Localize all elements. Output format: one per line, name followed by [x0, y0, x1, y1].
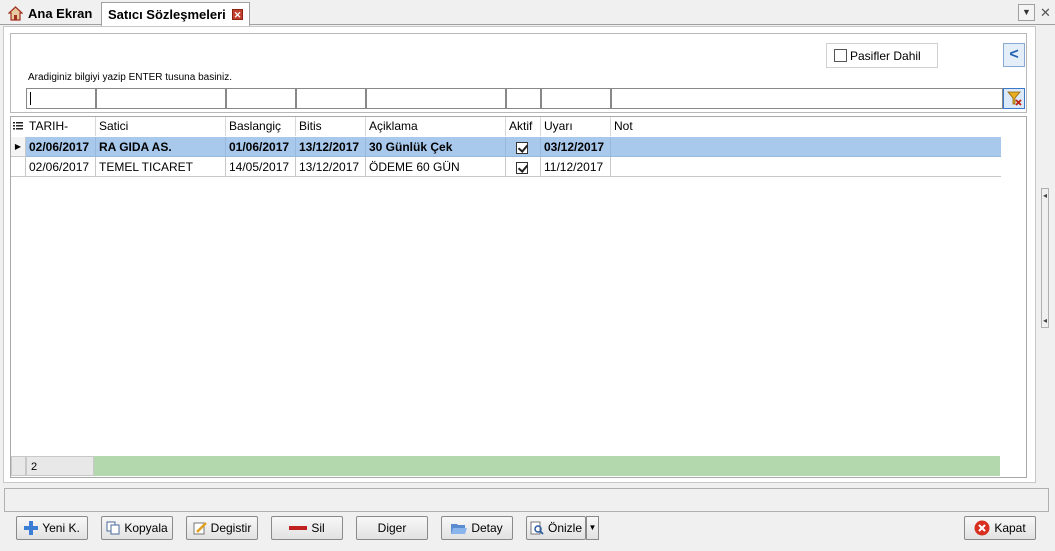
tab-satici-sozlesmeleri[interactable]: Satıcı Sözleşmeleri ✕ — [101, 2, 250, 26]
plus-icon — [24, 521, 39, 535]
table-row[interactable]: ▶ 02/06/2017 RA GIDA AS. 01/06/2017 13/1… — [11, 137, 1001, 157]
cell-uyari[interactable]: 11/12/2017 — [541, 157, 611, 177]
pasifler-dahil-checkbox[interactable]: Pasifler Dahil — [826, 43, 938, 68]
other-label: Diger — [377, 521, 407, 535]
tab-home-label: Ana Ekran — [28, 6, 93, 21]
column-header-tarih[interactable]: TARIH- — [26, 117, 96, 136]
cell-not[interactable] — [611, 137, 1001, 157]
checkbox-box[interactable] — [834, 49, 847, 62]
preview-magnifier-icon — [530, 521, 544, 535]
chevron-left-icon[interactable]: ◂ — [1042, 191, 1048, 200]
edit-button[interactable]: Degistir — [186, 516, 258, 540]
tab-list-dropdown-icon[interactable]: ▼ — [1018, 4, 1035, 21]
column-header-uyari[interactable]: Uyarı — [541, 117, 611, 136]
cell-aciklama[interactable]: ÖDEME 60 GÜN — [366, 157, 506, 177]
cell-bitis[interactable]: 13/12/2017 — [296, 137, 366, 157]
tab-home[interactable]: Ana Ekran — [2, 2, 100, 25]
edit-label: Degistir — [210, 521, 252, 535]
footer-summary-bar — [94, 456, 1000, 476]
filter-clear-icon — [1007, 91, 1022, 106]
cell-aciklama[interactable]: 30 Günlük Çek — [366, 137, 506, 157]
cell-tarih[interactable]: 02/06/2017 — [26, 137, 96, 157]
filter-not-input[interactable] — [611, 88, 1003, 109]
column-header-satici[interactable]: Satici — [96, 117, 226, 136]
filter-satici-input[interactable] — [96, 88, 226, 109]
cell-aktif[interactable] — [506, 157, 541, 177]
row-selected-indicator-icon: ▶ — [11, 137, 26, 157]
cell-satici[interactable]: TEMEL TICARET — [96, 157, 226, 177]
filter-uyari-input[interactable] — [541, 88, 611, 109]
copy-label: Kopyala — [124, 521, 168, 535]
copy-icon — [106, 521, 120, 535]
other-button[interactable]: Diger — [356, 516, 428, 540]
chevron-left-icon[interactable]: ◂ — [1042, 316, 1048, 325]
tab-active-label: Satıcı Sözleşmeleri — [108, 7, 226, 22]
table-row[interactable]: 02/06/2017 TEMEL TICARET 14/05/2017 13/1… — [11, 157, 1001, 177]
footer-indicator — [11, 456, 26, 476]
text-cursor — [30, 92, 31, 105]
folder-open-icon — [451, 521, 468, 535]
cell-bitis[interactable]: 13/12/2017 — [296, 157, 366, 177]
pasifler-dahil-label: Pasifler Dahil — [850, 48, 921, 63]
column-chooser-icon[interactable] — [12, 119, 24, 133]
column-header-bitis[interactable]: Bitis — [296, 117, 366, 136]
cell-uyari[interactable]: 03/12/2017 — [541, 137, 611, 157]
column-header-aktif[interactable]: Aktif — [506, 117, 541, 136]
delete-button[interactable]: Sil — [271, 516, 343, 540]
chevron-left-icon: < — [1009, 46, 1019, 63]
copy-button[interactable]: Kopyala — [101, 516, 173, 540]
filter-aktif-input[interactable] — [506, 88, 541, 109]
side-panel-splitter[interactable]: ◂ ◂ — [1041, 188, 1049, 328]
clear-filter-button[interactable] — [1003, 88, 1025, 109]
detail-button[interactable]: Detay — [441, 516, 513, 540]
preview-label: Önizle — [547, 521, 582, 535]
column-header-baslangic[interactable]: Baslangiç — [226, 117, 296, 136]
filter-bitis-input[interactable] — [296, 88, 366, 109]
aktif-checkbox[interactable] — [516, 161, 528, 174]
column-header-aciklama[interactable]: Açiklama — [366, 117, 506, 136]
close-button[interactable]: Kapat — [964, 516, 1036, 540]
cell-aktif[interactable] — [506, 137, 541, 157]
collapse-panel-button[interactable]: < — [1003, 43, 1025, 67]
filter-aciklama-input[interactable] — [366, 88, 506, 109]
preview-dropdown-icon[interactable]: ▼ — [586, 516, 599, 540]
cell-tarih[interactable]: 02/06/2017 — [26, 157, 96, 177]
delete-label: Sil — [311, 521, 325, 535]
close-circle-icon — [974, 520, 990, 536]
aktif-checkbox[interactable] — [516, 141, 528, 154]
status-bar — [4, 488, 1049, 512]
detail-label: Detay — [471, 521, 503, 535]
cell-not[interactable] — [611, 157, 1001, 177]
row-indicator — [11, 157, 26, 177]
new-record-button[interactable]: Yeni K. — [16, 516, 88, 540]
record-count: 2 — [26, 456, 94, 476]
cell-baslangic[interactable]: 14/05/2017 — [226, 157, 296, 177]
column-header-not[interactable]: Not — [611, 117, 1001, 136]
new-record-label: Yeni K. — [42, 521, 80, 535]
minus-icon — [289, 521, 308, 535]
cell-satici[interactable]: RA GIDA AS. — [96, 137, 226, 157]
filter-baslangic-input[interactable] — [226, 88, 296, 109]
close-label: Kapat — [994, 521, 1026, 535]
edit-icon — [193, 521, 207, 535]
search-hint: Aradiginiz bilgiyi yazip ENTER tusuna ba… — [28, 72, 232, 83]
tab-close-icon[interactable]: ✕ — [232, 9, 243, 20]
tab-bar: Ana Ekran Satıcı Sözleşmeleri ✕ ▼ ✕ — [0, 0, 1055, 26]
filter-tarih-input[interactable] — [26, 88, 96, 109]
preview-button[interactable]: Önizle — [526, 516, 586, 540]
cell-baslangic[interactable]: 01/06/2017 — [226, 137, 296, 157]
home-icon — [7, 6, 24, 21]
window-close-icon[interactable]: ✕ — [1038, 4, 1053, 21]
